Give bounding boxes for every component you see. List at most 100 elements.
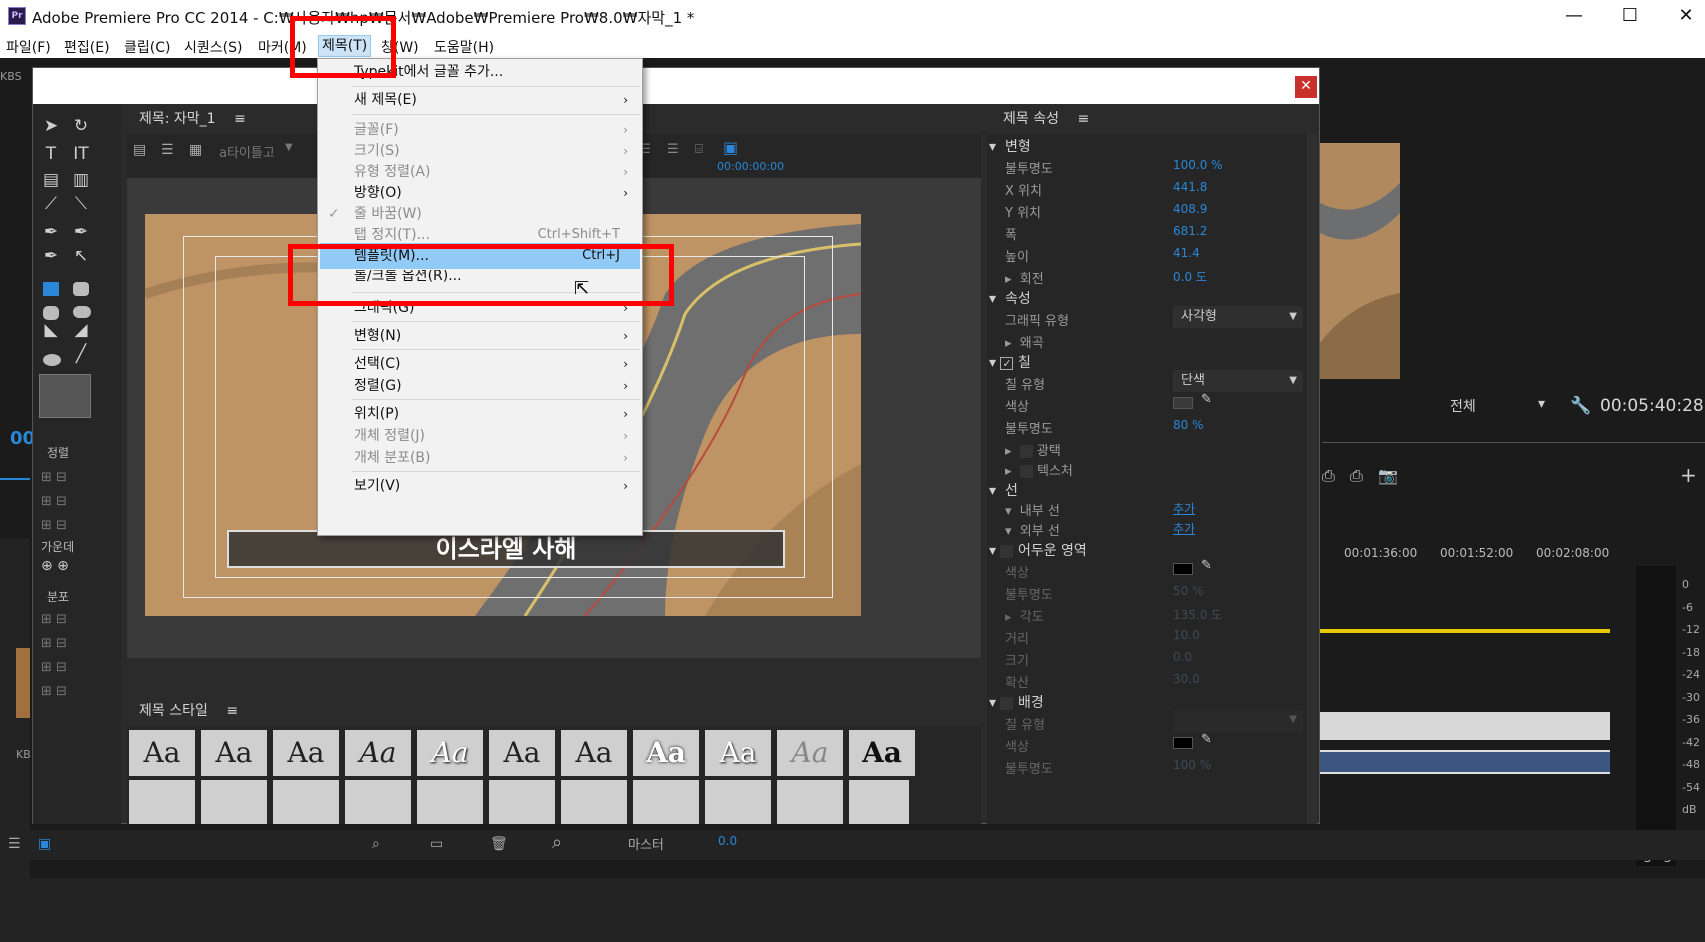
ellipse-tool-icon[interactable] <box>43 354 61 366</box>
center-buttons[interactable]: ⊕ ⊕ <box>41 558 69 574</box>
menu-item-size[interactable]: 크기(S) › <box>320 140 640 162</box>
panel-menu-icon[interactable]: ≡ <box>234 111 246 127</box>
arc-tool-icon[interactable]: ◢ <box>69 318 93 342</box>
search-icon[interactable]: ⌕ <box>372 836 380 852</box>
project-thumbnail[interactable] <box>16 648 30 718</box>
convert-anchor-tool-icon[interactable]: ↖ <box>69 244 93 268</box>
align-right-icon[interactable]: ☰ <box>667 142 679 157</box>
menu-help[interactable]: 도움말(H) <box>434 37 494 57</box>
menu-item-word-wrap[interactable]: ✓ 줄 바꿈(W) <box>320 203 640 225</box>
selection-tool-icon[interactable]: ➤ <box>39 114 63 138</box>
prop-value-spread[interactable]: 30.0 <box>1173 672 1200 686</box>
section-transform[interactable]: ▾ 변형 <box>989 136 1031 156</box>
show-background-video-icon[interactable]: ▣ <box>723 138 738 157</box>
prop-value-rotation[interactable]: 0.0 도 <box>1173 268 1207 285</box>
add-button[interactable]: + <box>1680 463 1697 487</box>
menu-edit[interactable]: 편집(E) <box>64 37 110 57</box>
prop-rotation[interactable]: ▸ 회전 <box>1005 268 1044 287</box>
section-attributes[interactable]: ▾ 속성 <box>989 288 1031 308</box>
prop-inner-stroke[interactable]: ▾ 내부 선 <box>1005 500 1060 519</box>
prop-sheen[interactable]: ▸ 광택 <box>1005 440 1061 459</box>
fill-type-dropdown[interactable]: 단색 ▼ <box>1173 370 1303 392</box>
templates-icon[interactable]: ▦ <box>189 142 202 158</box>
background-fill-type-dropdown[interactable]: ▼ <box>1173 710 1303 732</box>
wrench-icon[interactable]: 🔧 <box>1570 396 1591 416</box>
eyedropper-icon[interactable]: ✎ <box>1201 732 1212 747</box>
background-checkbox[interactable] <box>1000 696 1014 710</box>
section-shadow[interactable]: ▾ 어두운 영역 <box>989 540 1087 560</box>
menu-item-select[interactable]: 선택(C) › <box>320 353 640 375</box>
prop-value-angle[interactable]: 135.0 도 <box>1173 606 1222 623</box>
section-strokes[interactable]: ▾ 선 <box>989 480 1018 500</box>
minimize-icon[interactable]: — <box>1562 5 1586 29</box>
style-thumbnail[interactable]: Aa <box>633 730 699 776</box>
distribute-buttons[interactable]: ⊞ ⊟ ⊞ ⊟ ⊞ ⊟ ⊞ ⊟ <box>41 608 67 704</box>
menu-file[interactable]: 파일(F) <box>6 37 51 57</box>
delete-anchor-tool-icon[interactable]: ✒ <box>69 220 93 244</box>
maximize-icon[interactable]: ☐ <box>1618 5 1642 29</box>
menu-item-view[interactable]: 보기(V) › <box>320 475 640 497</box>
master-volume[interactable]: 0.0 <box>718 834 737 848</box>
wedge-tool-icon[interactable]: ◣ <box>39 318 63 342</box>
align-buttons[interactable]: ⊞ ⊟ ⊞ ⊟ ⊞ ⊟ <box>41 466 67 538</box>
style-thumbnail[interactable]: Aa <box>705 730 771 776</box>
style-thumbnail[interactable]: Aa <box>345 730 411 776</box>
zoom-icon[interactable]: ⌕ <box>552 832 562 853</box>
graphic-type-dropdown[interactable]: 사각형 ▼ <box>1173 306 1303 328</box>
timeline-clip-audio[interactable] <box>1320 750 1610 774</box>
menu-item-position[interactable]: 위치(P) › <box>320 403 640 425</box>
menu-item-new-title[interactable]: 새 제목(E) › <box>320 89 640 111</box>
style-thumbnails-row-2[interactable] <box>129 780 909 824</box>
menu-item-align-objects[interactable]: 개체 정렬(J) › <box>320 425 640 447</box>
fill-checkbox[interactable]: ✓ <box>1000 357 1014 370</box>
eyedropper-icon[interactable]: ✎ <box>1201 558 1212 573</box>
style-thumbnail[interactable]: Aa <box>849 730 915 776</box>
menu-sequence[interactable]: 시퀀스(S) <box>184 37 242 57</box>
program-zoom-dropdown[interactable]: 전체 ▾ <box>1450 396 1550 418</box>
prop-outer-stroke[interactable]: ▾ 외부 선 <box>1005 520 1060 539</box>
properties-scrollbar[interactable] <box>1307 134 1317 824</box>
menu-item-arrange[interactable]: 정렬(G) › <box>320 375 640 397</box>
menu-item-transform[interactable]: 변형(N) › <box>320 325 640 347</box>
folder-icon[interactable]: ▭ <box>430 836 443 852</box>
prop-value-distance[interactable]: 10.0 <box>1173 628 1200 642</box>
prop-value-height[interactable]: 41.4 <box>1173 246 1200 260</box>
menu-item-orientation[interactable]: 방향(O) › <box>320 182 640 204</box>
texture-checkbox[interactable] <box>1019 465 1033 478</box>
trash-icon[interactable]: 🗑 <box>490 836 508 852</box>
shadow-color-swatch[interactable] <box>1173 563 1193 575</box>
style-thumbnail[interactable]: Aa <box>561 730 627 776</box>
prop-value-width[interactable]: 681.2 <box>1173 224 1207 238</box>
style-thumbnail[interactable]: Aa <box>777 730 843 776</box>
pen-tool-icon[interactable]: ✒ <box>39 220 63 244</box>
prop-value-x[interactable]: 441.8 <box>1173 180 1207 194</box>
shadow-checkbox[interactable] <box>1000 544 1014 558</box>
rounded-corner-tool-icon[interactable] <box>73 306 91 318</box>
titler-timecode[interactable]: 00:00:00:00 <box>717 160 784 173</box>
new-title-icon[interactable]: ▤ <box>133 142 146 158</box>
vertical-area-type-tool-icon[interactable]: ▥ <box>69 168 93 192</box>
rotation-tool-icon[interactable]: ↻ <box>69 114 93 138</box>
vertical-path-type-tool-icon[interactable]: ⟍ <box>69 192 93 216</box>
fill-color-swatch[interactable] <box>1173 397 1193 409</box>
vertical-type-tool-icon[interactable]: IT <box>69 142 93 166</box>
list-view-icon[interactable]: ☰ <box>8 836 21 852</box>
prop-value-shadow-opacity[interactable]: 50 % <box>1173 584 1204 598</box>
menu-item-type-alignment[interactable]: 유형 정렬(A) › <box>320 161 640 183</box>
section-fill[interactable]: ▾ ✓ 칠 <box>989 352 1031 372</box>
style-thumbnail[interactable]: Aa <box>129 730 195 776</box>
rounded-rectangle-tool-icon[interactable] <box>73 282 89 296</box>
menu-item-font[interactable]: 글꼴(F) › <box>320 119 640 141</box>
menu-item-distribute-objects[interactable]: 개체 분포(B) › <box>320 447 640 469</box>
line-tool-icon[interactable]: ╱ <box>69 342 93 366</box>
rectangle-tool-icon[interactable] <box>43 282 59 296</box>
prop-value-background-opacity[interactable]: 100 % <box>1173 758 1211 772</box>
menu-clip[interactable]: 클립(C) <box>124 37 170 57</box>
add-anchor-tool-icon[interactable]: ✒ <box>39 244 63 268</box>
export-frame-icon[interactable]: ⎙ ⎙ 📷 <box>1322 466 1398 486</box>
prop-value-y[interactable]: 408.9 <box>1173 202 1207 216</box>
icon-view-icon[interactable]: ▣ <box>38 836 51 852</box>
panel-menu-icon[interactable]: ≡ <box>1077 111 1089 127</box>
prop-distort[interactable]: ▸ 왜곡 <box>1005 332 1044 351</box>
area-type-tool-icon[interactable]: ▤ <box>39 168 63 192</box>
